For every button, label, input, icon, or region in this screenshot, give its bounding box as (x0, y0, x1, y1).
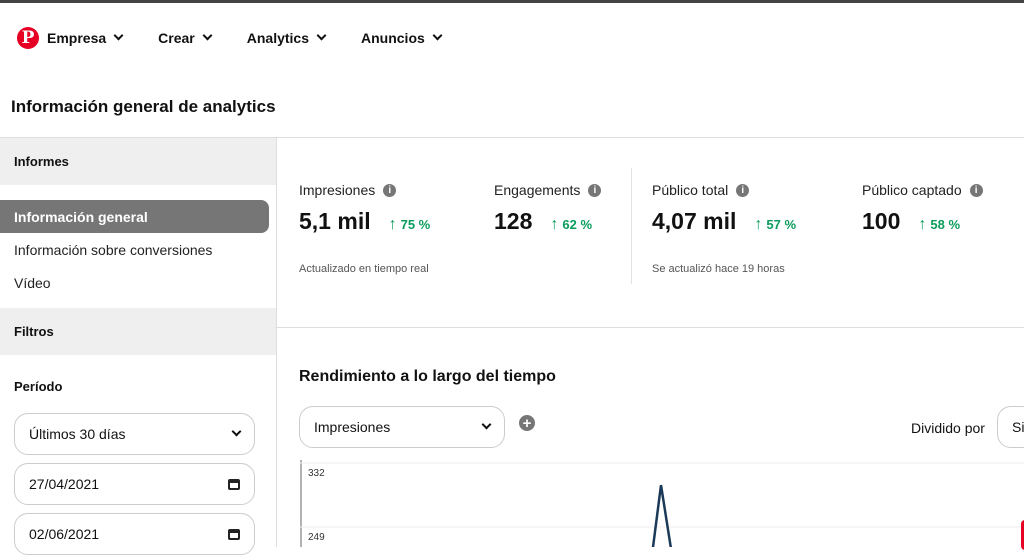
metric-label: Impresiones (299, 182, 376, 198)
arrow-up-icon: ↑ (550, 216, 559, 233)
metric-engaged-audience: Público captado i 100 ↑ 58 % (862, 182, 983, 235)
calendar-icon[interactable] (228, 478, 240, 490)
end-date-input[interactable]: 02/06/2021 (14, 513, 255, 555)
split-label: Dividido por (911, 420, 985, 436)
page-title: Información general de analytics (11, 97, 276, 116)
metric-select[interactable]: Impresiones (299, 406, 505, 448)
period-value: Últimos 30 días (29, 426, 126, 442)
chevron-down-icon (316, 30, 327, 41)
split-select[interactable]: Si (997, 406, 1024, 448)
split-value: Si (1012, 419, 1024, 435)
nav-empresa[interactable]: Empresa (47, 30, 124, 46)
nav-crear[interactable]: Crear (158, 30, 213, 46)
chevron-down-icon (432, 30, 443, 41)
info-icon[interactable]: i (736, 183, 750, 197)
sidebar: Informes Información general Información… (0, 138, 277, 555)
start-date-value: 27/04/2021 (29, 476, 100, 492)
performance-title: Rendimiento a lo largo del tiempo (299, 368, 556, 385)
add-metric-icon[interactable]: + (519, 415, 535, 431)
delta-value: 75 % (400, 217, 431, 232)
end-date-value: 02/06/2021 (29, 526, 100, 542)
calendar-icon[interactable] (228, 528, 240, 540)
metric-value: 100 (862, 208, 901, 234)
metric-delta: ↑ 57 % (754, 216, 796, 234)
performance-chart: 332 249 (300, 460, 1024, 547)
info-icon[interactable]: i (383, 183, 397, 197)
realtime-note: Actualizado en tiempo real (299, 263, 429, 275)
arrow-up-icon: ↑ (388, 216, 397, 233)
metric-delta: ↑ 62 % (550, 216, 592, 234)
sidebar-item-overview[interactable]: Información general (0, 200, 269, 233)
y-tick-label: 249 (308, 532, 325, 543)
y-tick-label: 332 (308, 468, 325, 479)
chevron-down-icon (113, 30, 124, 41)
metric-total-audience: Público total i 4,07 mil ↑ 57 % (652, 182, 796, 235)
filters-header: Filtros (0, 308, 276, 355)
metric-impressions: Impresiones i 5,1 mil ↑ 75 % (299, 182, 430, 235)
period-select[interactable]: Últimos 30 días (14, 413, 255, 455)
window-top-border (0, 0, 1024, 3)
sidebar-item-video[interactable]: Vídeo (0, 266, 276, 299)
nav-anuncios[interactable]: Anuncios (361, 30, 443, 46)
chevron-down-icon (481, 419, 492, 430)
nav-label: Analytics (246, 30, 309, 46)
period-label: Período (14, 379, 63, 394)
metric-label: Engagements (494, 182, 581, 198)
metric-value: 128 (494, 208, 533, 234)
delta-value: 58 % (930, 217, 961, 232)
info-icon[interactable]: i (969, 183, 983, 197)
metric-delta: ↑ 75 % (389, 216, 431, 234)
delta-value: 57 % (766, 217, 797, 232)
chevron-down-icon (231, 426, 242, 437)
arrow-up-icon: ↑ (754, 216, 763, 233)
top-nav: P Empresa Crear Analytics Anuncios (17, 26, 477, 50)
impressions-series-line (651, 484, 673, 547)
metric-label: Público total (652, 182, 729, 198)
sidebar-item-conversions[interactable]: Información sobre conversiones (0, 233, 276, 266)
metric-engagements: Engagements i 128 ↑ 62 % (494, 182, 602, 235)
metric-value: 4,07 mil (652, 208, 737, 234)
divider (631, 168, 632, 284)
metric-value: 5,1 mil (299, 208, 371, 234)
metric-select-value: Impresiones (314, 419, 391, 435)
nav-label: Empresa (47, 30, 107, 46)
arrow-up-icon: ↑ (918, 216, 927, 233)
metric-delta: ↑ 58 % (918, 216, 960, 234)
divider (277, 327, 1024, 328)
pinterest-logo[interactable]: P (17, 27, 39, 49)
chevron-down-icon (202, 30, 213, 41)
updated-note: Se actualizó hace 19 horas (652, 263, 785, 275)
info-icon[interactable]: i (588, 183, 602, 197)
delta-value: 62 % (562, 217, 593, 232)
metric-label: Público captado (862, 182, 962, 198)
nav-analytics[interactable]: Analytics (246, 30, 327, 46)
nav-label: Anuncios (361, 30, 425, 46)
reports-header: Informes (0, 138, 276, 185)
nav-label: Crear (158, 30, 195, 46)
start-date-input[interactable]: 27/04/2021 (14, 463, 255, 505)
